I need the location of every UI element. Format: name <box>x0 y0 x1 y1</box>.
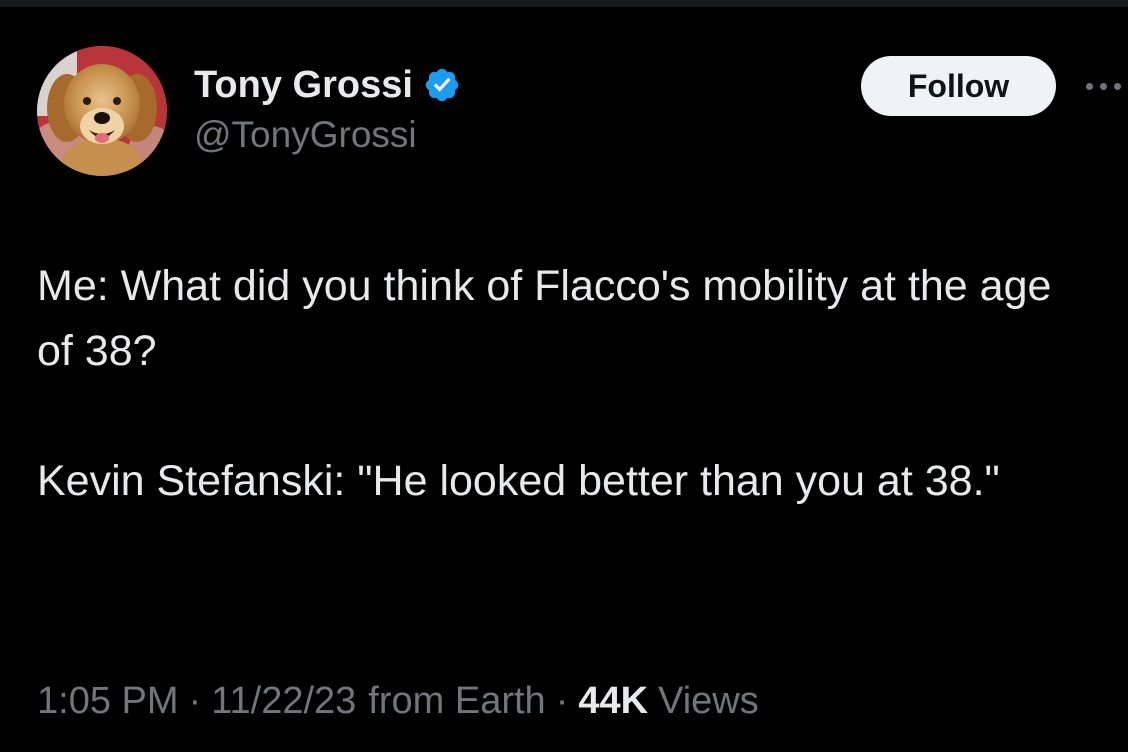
author-display-name[interactable]: Tony Grossi <box>194 64 413 107</box>
views-count[interactable]: 44K <box>578 680 648 723</box>
tweet-source: from Earth <box>368 679 546 722</box>
tweet-paragraph: Me: What did you think of Flacco's mobil… <box>37 262 1064 375</box>
verified-badge-icon[interactable] <box>423 66 461 104</box>
more-dot <box>1114 82 1121 90</box>
more-dot <box>1100 82 1107 90</box>
more-dot <box>1086 82 1093 90</box>
golden-retriever-avatar-icon <box>37 46 167 176</box>
views-label: Views <box>658 679 759 722</box>
author-handle[interactable]: @TonyGrossi <box>194 114 417 156</box>
tweet-text: Me: What did you think of Flacco's mobil… <box>37 254 1097 514</box>
tweet: Tony Grossi @TonyGrossi Follow Me: What … <box>0 0 1128 752</box>
tweet-time[interactable]: 1:05 PM <box>37 680 179 723</box>
tweet-meta: 1:05 PM · 11/22/23 from Earth · 44K View… <box>37 676 759 726</box>
avatar[interactable] <box>37 46 167 176</box>
meta-separator: · <box>188 679 202 722</box>
follow-button[interactable]: Follow <box>861 56 1056 116</box>
meta-separator: · <box>555 679 569 722</box>
tweet-paragraph: Kevin Stefanski: "He looked better than … <box>37 457 1000 505</box>
tweet-date[interactable]: 11/22/23 <box>211 680 356 723</box>
more-icon[interactable] <box>1086 72 1128 100</box>
author-name-row: Tony Grossi <box>194 60 461 110</box>
